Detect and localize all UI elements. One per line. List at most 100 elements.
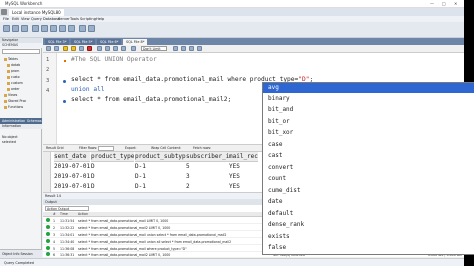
table-icon xyxy=(7,87,10,91)
autocomplete-item[interactable]: cast xyxy=(263,151,474,161)
tree-item[interactable]: datab xyxy=(7,63,20,67)
result-grid[interactable]: sent_date 2019-07-01 2019-07-01 2019-07-… xyxy=(43,152,263,192)
filter-rows-input[interactable] xyxy=(98,146,114,151)
autocomplete-item[interactable]: bit_and xyxy=(263,105,474,115)
reconnect-icon[interactable] xyxy=(88,25,95,32)
find-icon[interactable] xyxy=(181,46,186,51)
autocomplete-item[interactable]: convert xyxy=(263,163,474,173)
grid-cell[interactable]: D xyxy=(91,162,134,172)
title-bar: MySQL Workbench — □ ✕ xyxy=(0,0,464,8)
grid-cell[interactable]: 3 xyxy=(186,172,233,182)
grid-cell[interactable]: YES xyxy=(229,162,258,172)
column-header[interactable]: sent_date xyxy=(54,152,91,162)
object-info-tab[interactable]: Object Info Session xyxy=(2,252,33,256)
column-subscriber-id: subscriber_id 5 3 2 xyxy=(186,152,233,192)
tab-schemas[interactable]: Schemas xyxy=(27,119,41,123)
execute-icon[interactable] xyxy=(63,46,68,51)
autocomplete-item[interactable]: bit_or xyxy=(263,117,474,127)
autocommit-icon[interactable] xyxy=(121,46,126,51)
search-table-data-icon[interactable] xyxy=(79,25,86,32)
grid-cell[interactable]: 2019-07-01 xyxy=(54,182,90,192)
connection-tab[interactable]: Local instance MySQL80 xyxy=(9,9,64,16)
invisible-chars-icon[interactable] xyxy=(189,46,194,51)
tree-item[interactable]: custom xyxy=(7,81,23,85)
grid-cell[interactable]: D-1 xyxy=(135,172,189,182)
tree-item[interactable]: Tables xyxy=(4,57,18,61)
wrap-lines-icon[interactable] xyxy=(197,46,202,51)
open-file-icon[interactable] xyxy=(46,46,51,51)
tree-item[interactable]: custo xyxy=(7,75,20,79)
tree-item[interactable]: Functions xyxy=(4,105,23,109)
autocomplete-item[interactable]: count xyxy=(263,174,474,184)
autocomplete-item[interactable]: bit_xor xyxy=(263,128,474,138)
grid-cell[interactable]: YES xyxy=(229,172,258,182)
create-table-icon[interactable] xyxy=(41,25,48,32)
beautify-icon[interactable] xyxy=(173,46,178,51)
column-header[interactable]: subscriber_id xyxy=(186,152,233,162)
stop-icon[interactable] xyxy=(87,46,92,51)
result-grid-label[interactable]: Result Grid xyxy=(46,146,64,151)
fetch-rows-label: Fetch rows: xyxy=(193,146,212,150)
limit-rows-select[interactable]: Don't Limit xyxy=(141,46,167,51)
schema-filter-input[interactable] xyxy=(2,49,40,54)
grid-cell[interactable]: 2019-07-01 xyxy=(54,162,90,172)
grid-cell[interactable]: D-1 xyxy=(135,182,189,192)
menu-tools[interactable]: Tools xyxy=(70,17,79,21)
explain-icon[interactable] xyxy=(79,46,84,51)
column-header[interactable]: product_subtype xyxy=(135,152,190,162)
home-icon[interactable] xyxy=(1,9,7,15)
grid-cell[interactable]: 2 xyxy=(186,182,233,192)
create-function-icon[interactable] xyxy=(68,25,75,32)
create-view-icon[interactable] xyxy=(50,25,57,32)
save-icon[interactable] xyxy=(54,46,59,51)
autocomplete-item[interactable]: avg xyxy=(263,83,474,93)
close-button[interactable]: ✕ xyxy=(454,1,457,6)
menu-file[interactable]: File xyxy=(3,17,9,21)
autocomplete-item[interactable]: date xyxy=(263,197,474,207)
open-inspector-icon[interactable] xyxy=(21,25,28,32)
autocomplete-item[interactable]: default xyxy=(263,209,474,219)
autocomplete-item[interactable]: binary xyxy=(263,94,474,104)
autocomplete-item[interactable]: case xyxy=(263,140,474,150)
new-sql-tab-icon[interactable] xyxy=(3,25,10,32)
autocomplete-popup[interactable]: avg binary bit_and bit_or bit_xor case c… xyxy=(262,82,474,255)
menu-query[interactable]: Query xyxy=(31,17,42,21)
menu-help[interactable]: Help xyxy=(96,17,104,21)
row-selector xyxy=(43,152,51,192)
stop-execution-icon[interactable] xyxy=(131,46,136,51)
rollback-icon[interactable] xyxy=(113,46,118,51)
grid-cell[interactable]: 5 xyxy=(186,162,233,172)
success-icon xyxy=(46,225,50,229)
grid-cell[interactable]: 2019-07-01 xyxy=(54,172,90,182)
create-schema-icon[interactable] xyxy=(32,25,39,32)
commit-icon[interactable] xyxy=(105,46,110,51)
output-type-select[interactable]: Action Output xyxy=(45,206,89,211)
export-label[interactable]: Export: xyxy=(125,146,137,151)
menu-edit[interactable]: Edit xyxy=(12,17,19,21)
autocomplete-item[interactable]: dense_rank xyxy=(263,220,474,230)
grid-cell[interactable]: D xyxy=(91,172,134,182)
column-header[interactable]: mail_rec xyxy=(229,152,258,162)
maximize-button[interactable]: □ xyxy=(442,1,446,6)
grid-cell[interactable]: D xyxy=(91,182,134,192)
tab-administration[interactable]: Administration xyxy=(2,119,25,123)
toggle-continue-icon[interactable] xyxy=(97,46,102,51)
grid-cell[interactable]: YES xyxy=(229,182,258,192)
column-product-subtype: product_subtype D-1 D-1 D-1 xyxy=(135,152,190,192)
menu-scripting[interactable]: Scripting xyxy=(80,17,96,21)
autocomplete-item[interactable]: exists xyxy=(263,232,474,242)
tree-item[interactable]: prom xyxy=(7,69,19,73)
tree-item[interactable]: Views xyxy=(4,93,17,97)
menu-view[interactable]: View xyxy=(21,17,30,21)
column-header[interactable]: product_type xyxy=(91,152,135,162)
minimize-button[interactable]: — xyxy=(430,1,434,6)
open-sql-file-icon[interactable] xyxy=(12,25,19,32)
execute-current-icon[interactable] xyxy=(71,46,76,51)
grid-cell[interactable]: D-1 xyxy=(135,162,189,172)
tree-item[interactable]: Stored Proc xyxy=(4,99,26,103)
menu-server[interactable]: Server xyxy=(58,17,70,21)
autocomplete-item[interactable]: false xyxy=(263,243,474,253)
create-procedure-icon[interactable] xyxy=(59,25,66,32)
autocomplete-item[interactable]: cume_dist xyxy=(263,186,474,196)
tree-item[interactable]: order xyxy=(7,87,20,91)
